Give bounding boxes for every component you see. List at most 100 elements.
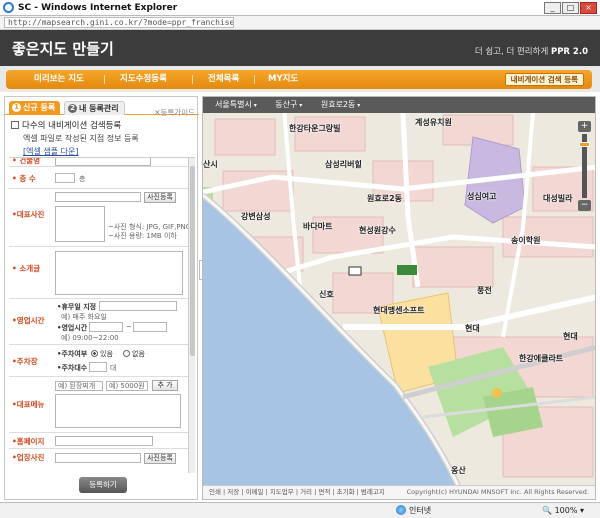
browser-status-bar: 인터넷 🔍 100% ▾ — [0, 502, 600, 518]
map-tool-links[interactable]: 인쇄 | 저장 | 이메일 | 지도업무 | 거리 | 면적 | 초기화 | 범… — [209, 488, 385, 496]
form-scrollbar[interactable] — [188, 158, 195, 473]
excel-sample-download-link[interactable]: [엑셀 샘플 다운] — [23, 146, 195, 157]
nav-item-full-list[interactable]: 전체목록 — [208, 70, 239, 89]
building-input[interactable] — [55, 158, 151, 166]
business-photo-label: •업장사진 — [12, 453, 45, 462]
map-label[interactable]: 산시 — [203, 159, 218, 170]
map-label[interactable]: 한강타운그랑빌 — [289, 123, 341, 134]
zone-label: 인터넷 — [409, 506, 432, 515]
form-row-intro: • 소개글 — [9, 247, 195, 299]
bulk-option: 다수의 내비게이션 검색등록 — [11, 119, 195, 131]
business-photo-input[interactable] — [55, 453, 141, 463]
map-label[interactable]: 삼성리버힐 — [325, 159, 362, 170]
form-row-building: • 건물명 — [9, 158, 195, 167]
homepage-label: •홈페이지 — [12, 437, 45, 446]
nav-item-map-edit[interactable]: 지도수정등록 — [120, 70, 167, 89]
map-label[interactable]: 풍전 — [477, 285, 492, 296]
hours-example: 예) 09:00~22:00 — [61, 334, 119, 342]
minimize-button[interactable]: _ — [544, 2, 561, 14]
homepage-input[interactable] — [55, 436, 153, 446]
map-view[interactable]: 서울특별시 동산구 원효로2동 한강타운그랑빌 계성유치원 삼성리버힐 성심여고… — [202, 96, 596, 500]
bulk-description: 엑셀 파일로 작성된 지점 정보 등록 — [23, 134, 139, 143]
submit-registration-button[interactable]: 등록하기 — [79, 477, 127, 493]
tab-number-badge: 2 — [68, 104, 77, 113]
security-zone: 인터넷 — [396, 503, 431, 518]
photo-upload-button[interactable]: 사진등록 — [144, 192, 176, 203]
map-label[interactable]: 계성유치원 — [415, 117, 452, 128]
map-label[interactable]: 현대맹센소프트 — [373, 305, 425, 316]
photo-file-input[interactable] — [55, 192, 141, 202]
parking-count-input[interactable] — [89, 362, 107, 372]
map-breadcrumb: 서울특별시 동산구 원효로2동 — [203, 97, 595, 113]
version-text: PPR 2.0 — [550, 47, 588, 57]
floor-input[interactable] — [55, 173, 75, 183]
parking-section-label: •주차장 — [12, 357, 38, 366]
site-logo[interactable]: 좋은지도 만들기 — [12, 38, 114, 59]
menu-name-input[interactable]: 예) 된장찌개 — [55, 381, 103, 391]
map-label[interactable]: 송이학원 — [511, 235, 540, 246]
bulk-registration: 다수의 내비게이션 검색등록 엑셀 파일로 작성된 지점 정보 등록 [엑셀 샘… — [11, 119, 195, 157]
menu-add-button[interactable]: 추 가 — [152, 380, 178, 391]
map-label[interactable]: 원효로2동 — [367, 193, 402, 204]
map-label[interactable]: 바다마트 — [303, 221, 332, 232]
zoom-in-button[interactable]: + — [578, 121, 591, 132]
map-label[interactable]: 현성원강수 — [359, 225, 396, 236]
breadcrumb-city[interactable]: 서울특별시 — [215, 100, 257, 109]
menu-list — [55, 394, 181, 428]
holiday-input[interactable] — [99, 301, 177, 311]
address-bar: http://mapsearch.gini.co.kr/?mode=ppr_fr… — [0, 16, 600, 30]
map-label[interactable]: 대성빌라 — [543, 193, 572, 204]
tagline-text: 더 쉽고, 더 편리하게 — [474, 47, 551, 57]
window-controls: _ □ × — [544, 2, 597, 14]
photo-preview — [55, 206, 105, 242]
map-label[interactable]: 현대 — [465, 323, 480, 334]
form-row-photo: •대표사진 사진등록 ~사진 형식: JPG, GIF,PNG ~사진 용량: … — [9, 189, 195, 247]
breadcrumb-neighborhood[interactable]: 원효로2동 — [321, 100, 360, 109]
tab-new-registration[interactable]: 1 신규 등록 — [9, 101, 61, 115]
url-text[interactable]: http://mapsearch.gini.co.kr/?mode=ppr_fr… — [4, 17, 234, 28]
radio-unselected-icon[interactable] — [123, 350, 130, 357]
radio-selected-icon[interactable] — [91, 350, 98, 357]
menu-price-input[interactable]: 예) 5000원 — [106, 381, 148, 391]
parking-no-option[interactable]: 없음 — [121, 349, 145, 359]
building-label: • 건물명 — [12, 157, 41, 165]
zoom-level[interactable]: 🔍 100% ▾ — [542, 503, 584, 518]
registration-form: • 건물명 • 층 수 층 •대표사진 사진등록 ~사진 형식: JPG, GI… — [9, 157, 195, 473]
parking-yes-option[interactable]: 있음 — [89, 349, 113, 359]
hours-start-input[interactable] — [89, 322, 123, 332]
intro-label: • 소개글 — [12, 264, 41, 273]
maximize-button[interactable]: □ — [562, 2, 579, 14]
scrollbar-thumb[interactable] — [190, 166, 195, 356]
zoom-out-button[interactable]: − — [578, 200, 591, 211]
map-canvas[interactable] — [203, 97, 596, 500]
floor-unit: 층 — [79, 175, 86, 183]
form-row-hours: •영업시간 •휴무일 지정 예) 매주 화요일 •영업시간 ~ 예) 09:00… — [9, 299, 195, 345]
business-photo-upload-button[interactable]: 사진등록 — [144, 453, 176, 464]
registration-guide-link[interactable]: ✕등록가이드 — [154, 107, 195, 118]
nav-item-preview-map[interactable]: 미리보는 지도 — [34, 70, 84, 89]
ie-logo-icon — [3, 2, 14, 13]
main-nav: 미리보는 지도 지도수정등록 전체목록 MY지도 내비게이션 검색 등록 — [0, 66, 600, 92]
parking-unit: 대 — [110, 364, 117, 372]
nav-item-my-map[interactable]: MY지도 — [268, 70, 298, 89]
map-label[interactable]: 강변삼성 — [241, 211, 270, 222]
close-button[interactable]: × — [580, 2, 597, 14]
map-label[interactable]: 신호 — [319, 289, 334, 300]
map-label[interactable]: 성심여고 — [467, 191, 496, 202]
window-title: SC - Windows Internet Explorer — [18, 2, 178, 13]
zoom-slider-track[interactable] — [579, 134, 590, 198]
navigation-search-register-button[interactable]: 내비게이션 검색 등록 — [504, 73, 584, 86]
form-row-business-photo: •업장사진 사진등록 — [9, 449, 195, 465]
form-row-menu: •대표메뉴 예) 된장찌개 예) 5000원 추 가 — [9, 377, 195, 433]
hours-end-input[interactable] — [133, 322, 167, 332]
hours-section-label: •영업시간 — [12, 316, 45, 325]
map-label[interactable]: 옹산 — [451, 465, 466, 476]
parking-no-label: 없음 — [132, 350, 145, 358]
zoom-slider-handle[interactable] — [579, 142, 590, 147]
map-label[interactable]: 한강에클라트 — [519, 353, 563, 364]
tab-my-registrations[interactable]: 2내 등록관리 — [64, 101, 125, 115]
bulk-checkbox[interactable] — [11, 121, 19, 129]
breadcrumb-district[interactable]: 동산구 — [275, 100, 302, 109]
map-label[interactable]: 현대 — [563, 331, 578, 342]
intro-textarea[interactable] — [55, 251, 183, 295]
